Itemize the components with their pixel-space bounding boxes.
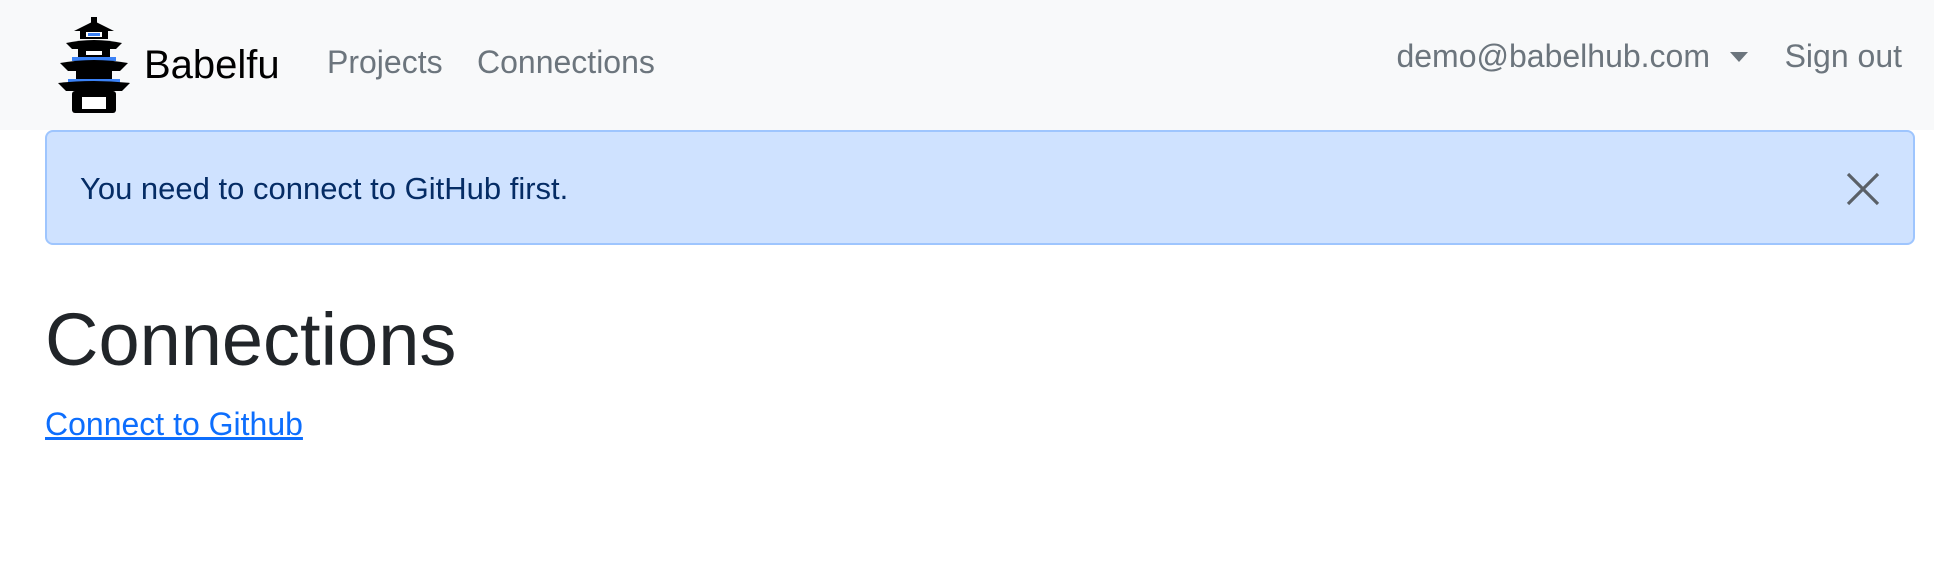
caret-down-icon [1730, 52, 1748, 62]
connect-github-link[interactable]: Connect to Github [45, 404, 303, 444]
brand-name: Babelfu [144, 42, 280, 87]
user-email: demo@babelhub.com [1396, 38, 1710, 74]
brand-link[interactable]: Babelfu [56, 17, 280, 113]
sign-out-link[interactable]: Sign out [1785, 36, 1902, 76]
alert-message: You need to connect to GitHub first. [80, 171, 569, 206]
info-alert: You need to connect to GitHub first. [45, 130, 1915, 245]
pagoda-icon [58, 17, 130, 113]
nav-link-projects[interactable]: Projects [327, 42, 443, 82]
page-title: Connections [45, 298, 457, 381]
top-navbar: Babelfu Projects Connections demo@babelh… [0, 0, 1934, 130]
close-icon[interactable] [1843, 169, 1883, 209]
user-dropdown-toggle[interactable]: demo@babelhub.com [1396, 36, 1748, 76]
nav-link-connections[interactable]: Connections [477, 42, 655, 82]
